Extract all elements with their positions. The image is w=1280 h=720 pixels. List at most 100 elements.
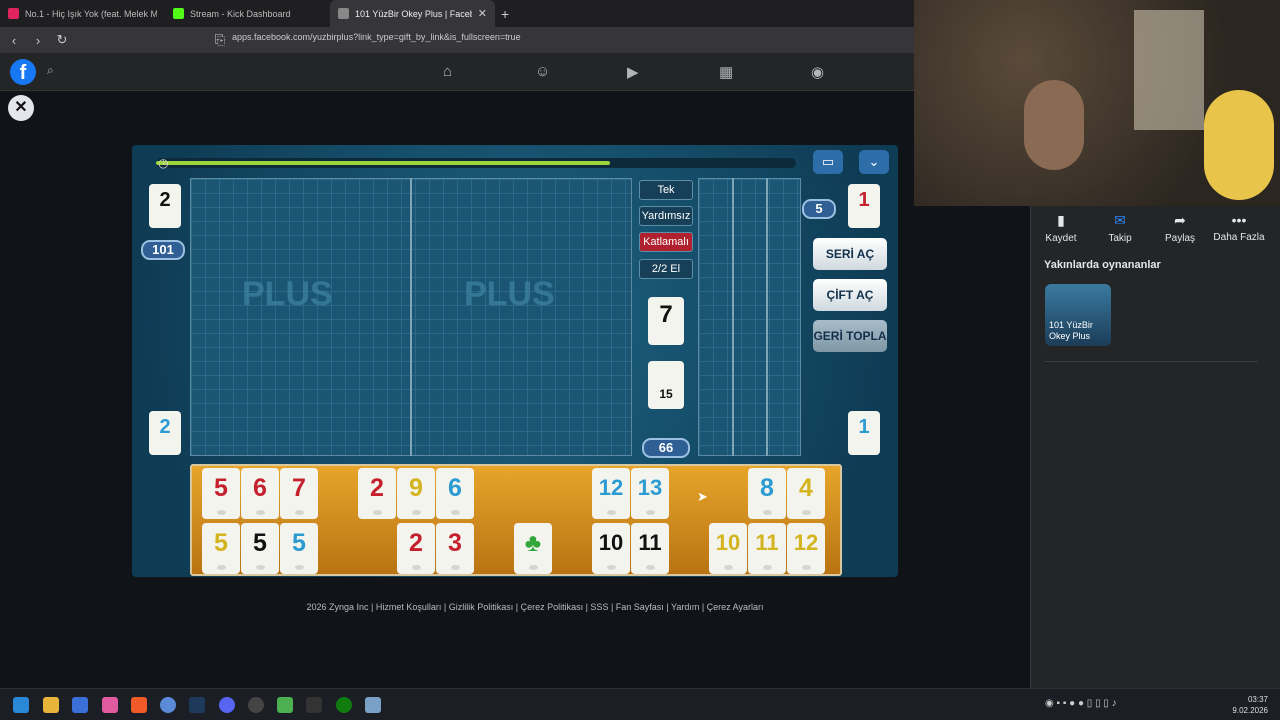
plus-watermark-icon: PLUS: [242, 275, 333, 313]
search-icon[interactable]: ⌕: [47, 63, 54, 78]
rack-tile[interactable]: 5: [241, 523, 279, 574]
rack-tile[interactable]: 13: [631, 468, 669, 519]
recent-games-title: Yakınlarda oynananlar: [1044, 259, 1161, 271]
plush-toy: [1204, 90, 1274, 200]
rack-tile[interactable]: 12: [787, 523, 825, 574]
tile-rack: 5 6 7 2 9 6 12 13 8 4 5 5 5 2 3 ♣ 10 11 10 11 12: [190, 464, 842, 576]
rack-tile[interactable]: 11: [748, 523, 786, 574]
board-divider: [410, 178, 412, 456]
share-button[interactable]: ➦ Paylaş: [1150, 212, 1210, 244]
more-button[interactable]: ••• Daha Fazla: [1209, 212, 1269, 243]
file-explorer-icon[interactable]: [43, 697, 59, 713]
right-count-badge: 5: [802, 199, 836, 219]
rack-tile[interactable]: 11: [631, 523, 669, 574]
rack-tile[interactable]: 4: [787, 468, 825, 519]
opponent-right-tile: 1: [848, 184, 880, 228]
board-divider: [732, 178, 734, 456]
rack-tile[interactable]: 7: [280, 468, 318, 519]
friends-icon[interactable]: ☺: [535, 63, 550, 80]
url-field[interactable]: apps.facebook.com/yuzbirplus?link_type=g…: [232, 32, 521, 42]
browser-icon[interactable]: [160, 697, 176, 713]
rack-tile[interactable]: 10: [592, 523, 630, 574]
rack-tile[interactable]: 6: [241, 468, 279, 519]
tab-kick[interactable]: Stream - Kick Dashboard: [165, 0, 330, 27]
open-series-button[interactable]: SERİ AÇ: [813, 238, 887, 270]
board-divider: [766, 178, 768, 456]
home-icon[interactable]: ⌂: [443, 63, 452, 80]
timer-fill: [156, 161, 611, 165]
discard-board-right: [698, 178, 801, 456]
undo-button[interactable]: GERİ TOPLA: [813, 320, 887, 352]
reload-icon[interactable]: ↻: [52, 32, 72, 48]
rack-tile[interactable]: 2: [358, 468, 396, 519]
webcam-overlay: [914, 0, 1280, 206]
help-label: Yardımsız: [639, 206, 693, 226]
rack-tile[interactable]: 8: [748, 468, 786, 519]
opponent-bottom-right-tile: 1: [848, 411, 880, 455]
remaining-tiles-badge: 66: [642, 438, 690, 458]
new-tab-icon[interactable]: +: [501, 6, 509, 22]
rack-tile[interactable]: 6: [436, 468, 474, 519]
rack-tile[interactable]: 3: [436, 523, 474, 574]
brave-icon[interactable]: [131, 697, 147, 713]
steam-icon[interactable]: [189, 697, 205, 713]
open-pairs-button[interactable]: ÇİFT AÇ: [813, 279, 887, 311]
tab-title: 101 YüzBir Okey Plus | Faceb: [355, 8, 472, 19]
minecraft-icon[interactable]: [277, 697, 293, 713]
back-icon[interactable]: ‹: [4, 33, 24, 48]
bookmark-icon: ▮: [1057, 212, 1065, 228]
time-label: 03:37: [1247, 695, 1268, 704]
divider: [1044, 361, 1258, 362]
obs-icon[interactable]: [248, 697, 264, 713]
close-icon[interactable]: ✕: [8, 95, 34, 121]
groups-icon[interactable]: ◉: [811, 63, 824, 81]
follow-button[interactable]: ✉ Takip: [1090, 212, 1150, 244]
footer-links[interactable]: 2026 Zynga Inc | Hizmet Koşulları | Gizl…: [300, 602, 770, 612]
rack-tile[interactable]: 10: [709, 523, 747, 574]
bookmark-icon[interactable]: ⎘: [210, 32, 230, 48]
save-button[interactable]: ▮ Kaydet: [1031, 212, 1091, 244]
cursor-icon: ➤: [697, 489, 708, 504]
recent-game-card[interactable]: 101 YüzBir Okey Plus: [1045, 284, 1111, 346]
follow-icon: ✉: [1114, 212, 1126, 228]
start-icon[interactable]: [13, 697, 29, 713]
fold-label: Katlamalı: [639, 232, 693, 252]
forward-icon[interactable]: ›: [28, 33, 48, 48]
settings-icon[interactable]: [365, 697, 381, 713]
chat-button[interactable]: ▭: [813, 150, 843, 174]
rack-tile[interactable]: 5: [202, 468, 240, 519]
xbox-icon[interactable]: [336, 697, 352, 713]
menu-toggle-button[interactable]: ⌄: [859, 150, 889, 174]
hand-label: 2/2 El: [639, 259, 693, 279]
mode-label: Tek: [639, 180, 693, 200]
streamer-figure: [1024, 80, 1084, 170]
rack-tile[interactable]: 5: [202, 523, 240, 574]
close-tab-icon[interactable]: ✕: [478, 7, 487, 20]
recent-game-label: 101 YüzBir Okey Plus: [1049, 320, 1093, 341]
tab-okey[interactable]: 101 YüzBir Okey Plus | Faceb ✕: [330, 0, 495, 27]
discord-icon[interactable]: [219, 697, 235, 713]
instagram-icon[interactable]: [102, 697, 118, 713]
tab-music[interactable]: No.1 - Hiç Işık Yok (feat. Melek M: [0, 0, 165, 27]
share-icon: ➦: [1174, 212, 1186, 228]
rack-tile[interactable]: 12: [592, 468, 630, 519]
rack-tile[interactable]: ♣: [514, 523, 552, 574]
score-badge: 101: [141, 240, 185, 260]
more-icon: •••: [1231, 212, 1247, 228]
app-icon[interactable]: [72, 697, 88, 713]
game-favicon-icon: [338, 8, 349, 19]
video-icon[interactable]: ▶: [627, 63, 639, 81]
rack-tile[interactable]: 5: [280, 523, 318, 574]
draw-pile[interactable]: 15: [648, 361, 684, 409]
tab-title: No.1 - Hiç Işık Yok (feat. Melek M: [25, 8, 157, 19]
clock[interactable]: 03:37 9.02.2026: [1232, 694, 1268, 716]
facebook-logo[interactable]: f: [10, 59, 36, 85]
epic-games-icon[interactable]: [306, 697, 322, 713]
rack-tile[interactable]: 2: [397, 523, 435, 574]
clock-icon: ◷: [158, 156, 169, 170]
opponent-bottom-left-tile[interactable]: 2: [149, 411, 181, 455]
tray-icons[interactable]: ◉ ▪ ▪ ● ● ▯ ▯ ▯ ♪: [1045, 698, 1117, 709]
marketplace-icon[interactable]: ▦: [719, 63, 733, 81]
tab-title: Stream - Kick Dashboard: [190, 8, 291, 19]
rack-tile[interactable]: 9: [397, 468, 435, 519]
